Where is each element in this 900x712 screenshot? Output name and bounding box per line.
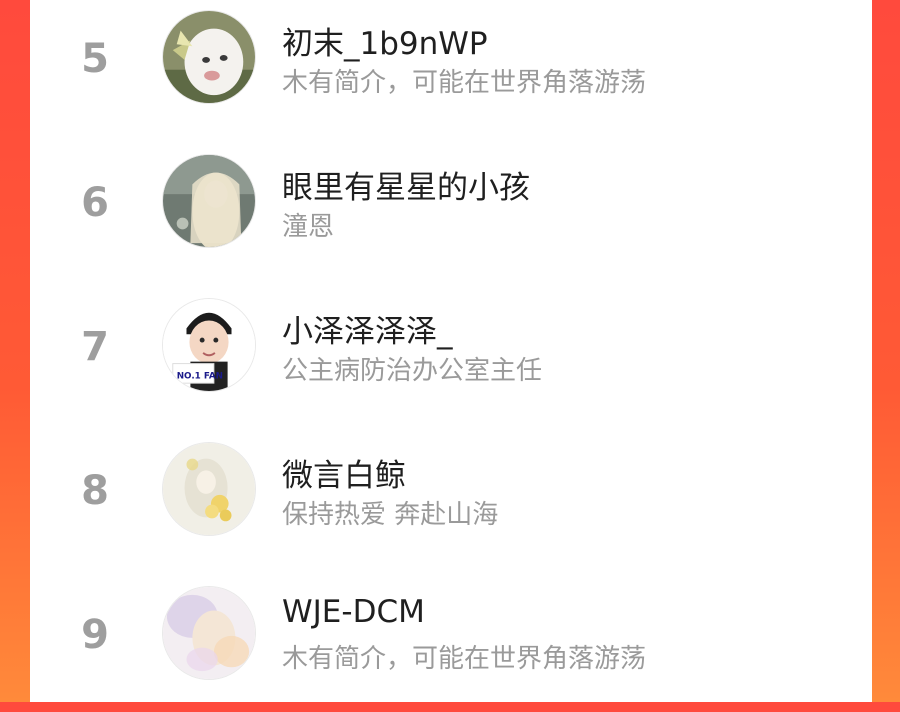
flower-girl-avatar-icon[interactable] xyxy=(162,442,256,536)
rank-number: 7 xyxy=(81,324,109,370)
cartoon-boy-avatar-icon[interactable]: NO.1 FAN xyxy=(162,298,256,392)
avatar-sign-text: NO.1 FAN xyxy=(177,371,223,381)
list-item[interactable]: 7 NO.1 FAN 小泽泽泽泽_ 公主病防治办公室主任 xyxy=(30,280,872,424)
illustrated-girl-avatar-icon[interactable] xyxy=(162,154,256,248)
list-item[interactable]: 9 WJE-DCM 木有简介，可能在世界角落游荡 xyxy=(30,568,872,712)
list-item[interactable]: 5 初末_1b9nWP 木有简介，可能在世界角落游荡 xyxy=(30,0,872,136)
user-name[interactable]: WJE-DCM xyxy=(282,594,425,630)
rank-number: 6 xyxy=(81,180,109,226)
list-item[interactable]: 8 微言白鲸 保持热爱 奔赴山海 xyxy=(30,424,872,568)
rank-number: 5 xyxy=(81,36,109,82)
white-cat-avatar-icon[interactable] xyxy=(162,10,256,104)
user-name[interactable]: 小泽泽泽泽_ xyxy=(282,306,453,351)
user-bio: 保持热爱 奔赴山海 xyxy=(282,500,499,530)
user-bio: 潼恩 xyxy=(282,212,335,242)
user-bio: 木有简介，可能在世界角落游荡 xyxy=(282,644,647,674)
rank-number: 8 xyxy=(81,468,109,514)
rank-number: 9 xyxy=(81,612,109,658)
user-name[interactable]: 眼里有星星的小孩 xyxy=(282,162,530,207)
pastel-portrait-avatar-icon[interactable] xyxy=(162,586,256,680)
user-name[interactable]: 微言白鲸 xyxy=(282,450,406,495)
leaderboard-card: 5 初末_1b9nWP 木有简介，可能在世界角落游荡 6 眼里有星星的小孩 潼恩… xyxy=(30,0,872,702)
user-name[interactable]: 初末_1b9nWP xyxy=(282,18,488,63)
user-bio: 公主病防治办公室主任 xyxy=(282,356,543,386)
list-item[interactable]: 6 眼里有星星的小孩 潼恩 xyxy=(30,136,872,280)
user-bio: 木有简介，可能在世界角落游荡 xyxy=(282,68,647,98)
